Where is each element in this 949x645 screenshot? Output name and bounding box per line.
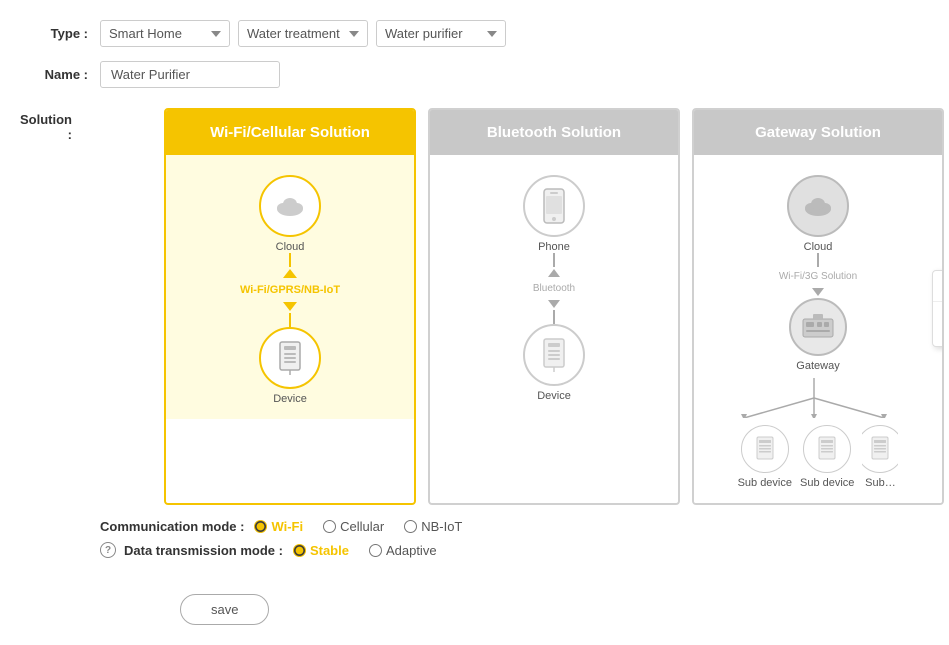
gateway-diagram: Cloud Wi-Fi/3G Solution bbox=[704, 175, 932, 489]
branch-lines-svg bbox=[704, 378, 924, 418]
water-treatment-select[interactable]: Water treatmentAir treatmentLighting bbox=[238, 20, 368, 47]
cloud-circle bbox=[259, 175, 321, 237]
solutions-container: Wi-Fi/Cellular Solution bbox=[164, 108, 944, 505]
sub-device-2-icon bbox=[818, 436, 836, 462]
bt-line-up bbox=[553, 253, 555, 267]
gateway-solution-card[interactable]: Gateway Solution Cl bbox=[692, 108, 944, 505]
save-row: save bbox=[100, 576, 929, 625]
stable-radio[interactable] bbox=[293, 544, 306, 557]
bt-line-down bbox=[553, 310, 555, 324]
cloud-label: Cloud bbox=[276, 241, 305, 253]
bluetooth-solution-card[interactable]: Bluetooth Solution bbox=[428, 108, 680, 505]
bluetooth-solution-header: Bluetooth Solution bbox=[430, 110, 678, 155]
adaptive-radio-option[interactable]: Adaptive bbox=[369, 543, 437, 558]
tooltip-project[interactable]: Project bbox=[933, 271, 944, 302]
wifi-radio-option[interactable]: Wi-Fi bbox=[254, 519, 303, 534]
wifi-solution-body: Cloud Wi-Fi/GPRS/NB-IoT bbox=[166, 155, 414, 419]
adaptive-radio[interactable] bbox=[369, 544, 382, 557]
stable-radio-option[interactable]: Stable bbox=[293, 543, 349, 558]
gw-cloud-label: Cloud bbox=[804, 241, 833, 253]
nbiott-radio-option[interactable]: NB-IoT bbox=[404, 519, 462, 534]
sub-device-2-circle bbox=[803, 425, 851, 473]
smart-home-select[interactable]: Smart HomeIndustrialCommercial bbox=[100, 20, 230, 47]
bluetooth-diagram: Phone Bluetooth bbox=[440, 175, 668, 402]
cloud-icon bbox=[273, 194, 307, 218]
wifi-diagram: Cloud Wi-Fi/GPRS/NB-IoT bbox=[176, 175, 404, 405]
gateway-node: Gateway bbox=[789, 298, 847, 372]
cellular-radio[interactable] bbox=[323, 520, 336, 533]
type-label: Type : bbox=[20, 26, 100, 41]
gateway-icon bbox=[801, 313, 835, 341]
sub-device-2: Sub device bbox=[800, 425, 854, 489]
sub-device-3-icon bbox=[871, 436, 889, 462]
line-down bbox=[289, 313, 291, 327]
sub-device-1-label: Sub device bbox=[738, 477, 792, 489]
name-input[interactable] bbox=[100, 61, 280, 88]
gateway-solution-header: Gateway Solution bbox=[694, 110, 942, 155]
tooltip-online-consultation[interactable]: Online consultation bbox=[933, 302, 944, 346]
phone-circle bbox=[523, 175, 585, 237]
sub-devices-row: Sub device bbox=[704, 425, 932, 489]
type-row: Type : Smart HomeIndustrialCommercial Wa… bbox=[20, 20, 929, 47]
gw-cloud-icon bbox=[801, 194, 835, 218]
phone-node: Phone bbox=[523, 175, 585, 253]
gw-cloud-circle bbox=[787, 175, 849, 237]
data-mode-label: Data transmission mode : bbox=[124, 543, 283, 558]
help-icon: ? bbox=[100, 542, 116, 558]
comm-mode-row: Communication mode : Wi-Fi Cellular NB-I… bbox=[100, 519, 929, 558]
device-icon bbox=[276, 340, 304, 376]
sub-device-1-icon bbox=[756, 436, 774, 462]
bt-arrow-up bbox=[548, 269, 560, 277]
line-up bbox=[289, 253, 291, 267]
gw-arrow1 bbox=[812, 288, 824, 296]
tooltip-box: Project Online consultation bbox=[932, 270, 944, 347]
sub-device-1: Sub device bbox=[738, 425, 792, 489]
gateway-label: Gateway bbox=[796, 360, 839, 372]
solution-row: Solution : Wi-Fi/Cellular Solution bbox=[20, 102, 929, 505]
cellular-radio-option[interactable]: Cellular bbox=[323, 519, 384, 534]
arrow-up bbox=[283, 269, 297, 278]
data-mode-line: ? Data transmission mode : Stable Adapti… bbox=[100, 542, 929, 558]
wifi-solution-header: Wi-Fi/Cellular Solution bbox=[166, 110, 414, 155]
name-row: Name : bbox=[20, 61, 929, 88]
sub-device-1-circle bbox=[741, 425, 789, 473]
bt-device-icon bbox=[540, 337, 568, 373]
phone-icon bbox=[543, 188, 565, 224]
bt-device-circle bbox=[523, 324, 585, 386]
phone-label: Phone bbox=[538, 241, 570, 253]
gateway-circle bbox=[789, 298, 847, 356]
save-button[interactable]: save bbox=[180, 594, 269, 625]
comm-mode-line: Communication mode : Wi-Fi Cellular NB-I… bbox=[100, 519, 929, 534]
wifi-radio[interactable] bbox=[254, 520, 267, 533]
gw-connection1-label: Wi-Fi/3G Solution bbox=[779, 271, 857, 282]
name-label: Name : bbox=[20, 67, 100, 82]
nbiot-radio[interactable] bbox=[404, 520, 417, 533]
gateway-solution-body: Cloud Wi-Fi/3G Solution bbox=[694, 155, 942, 503]
sub-device-3-circle bbox=[862, 425, 898, 473]
sub-device-3: Sub… bbox=[862, 425, 898, 489]
bluetooth-solution-body: Phone Bluetooth bbox=[430, 155, 678, 416]
bt-device-node: Device bbox=[523, 324, 585, 402]
bluetooth-connection-label: Bluetooth bbox=[533, 283, 575, 294]
bt-arrow-down bbox=[548, 300, 560, 308]
wifi-solution-card[interactable]: Wi-Fi/Cellular Solution bbox=[164, 108, 416, 505]
device-label: Device bbox=[273, 393, 307, 405]
sub-devices-area: Sub device bbox=[704, 378, 932, 489]
arrow-down bbox=[283, 302, 297, 311]
solution-label: Solution : bbox=[20, 102, 84, 142]
wifi-connection-label: Wi-Fi/GPRS/NB-IoT bbox=[240, 284, 340, 296]
comm-mode-label: Communication mode : bbox=[100, 519, 244, 534]
device-node: Device bbox=[259, 327, 321, 405]
cloud-node: Cloud bbox=[259, 175, 321, 253]
water-purifier-select[interactable]: Water purifierWater heaterWater softener bbox=[376, 20, 506, 47]
gw-cloud-node: Cloud bbox=[787, 175, 849, 253]
sub-device-3-label: Sub… bbox=[865, 477, 896, 489]
type-controls: Smart HomeIndustrialCommercial Water tre… bbox=[100, 20, 506, 47]
bt-device-label: Device bbox=[537, 390, 571, 402]
gw-line1 bbox=[817, 253, 819, 267]
sub-device-2-label: Sub device bbox=[800, 477, 854, 489]
device-circle bbox=[259, 327, 321, 389]
